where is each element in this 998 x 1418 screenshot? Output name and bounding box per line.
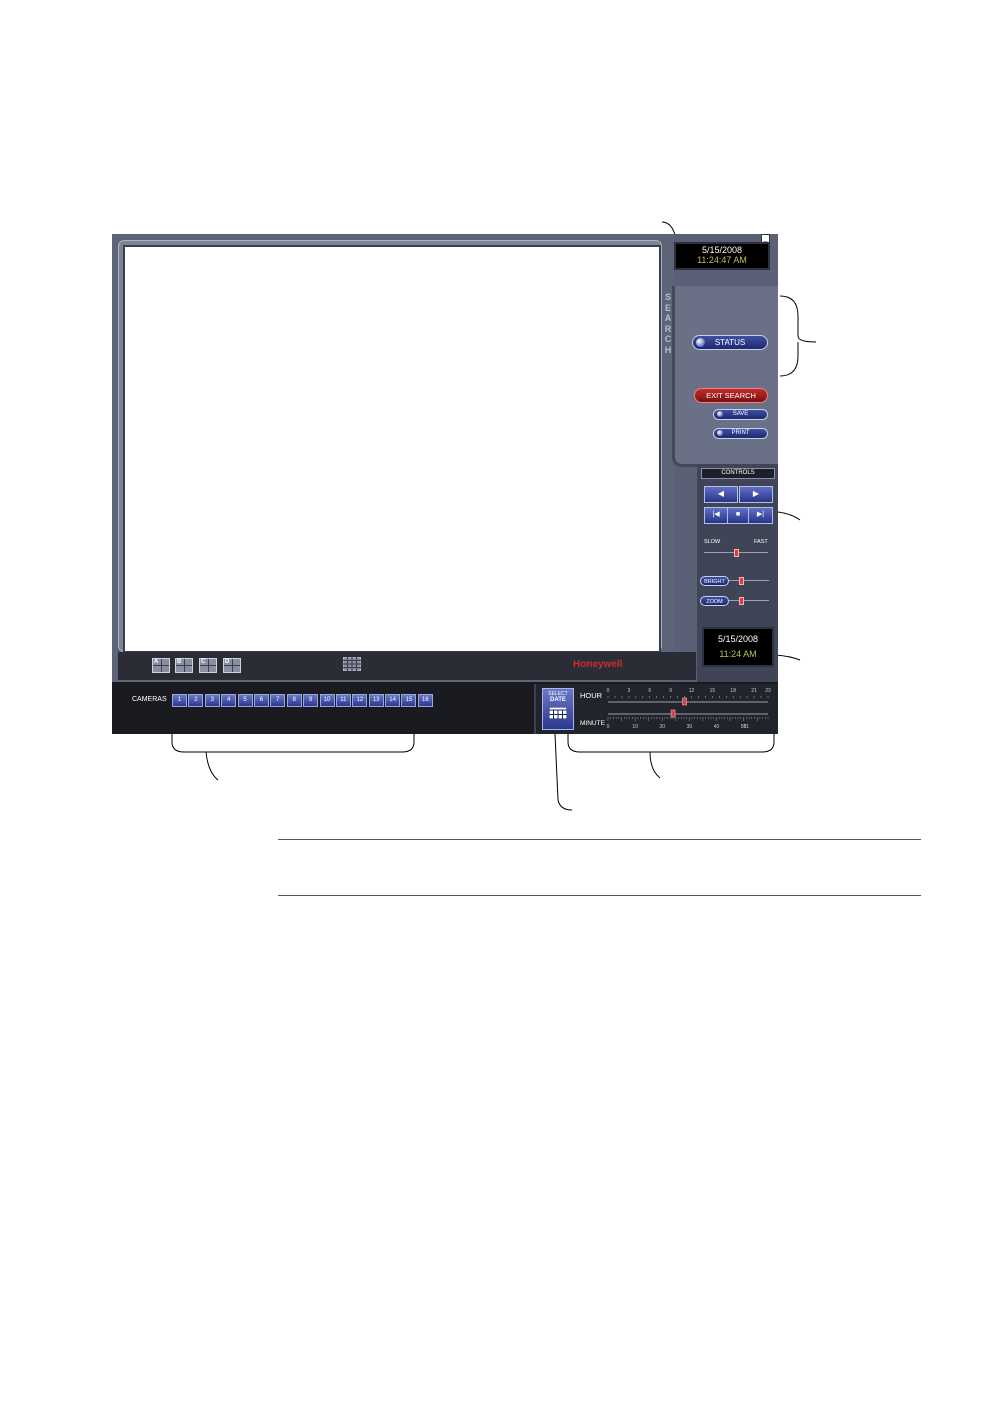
controls-header: CONTROLS — [701, 468, 775, 479]
hour-tick-label: 15 — [710, 688, 716, 694]
camera-5-button[interactable]: 5 — [237, 694, 253, 707]
save-button[interactable]: SAVE — [713, 409, 768, 420]
zoom-slider-track — [729, 600, 769, 601]
minute-tick-label: 10 — [632, 724, 638, 730]
hour-tick-label: 12 — [689, 688, 695, 694]
search-letter: R — [664, 323, 672, 334]
camera-13-button[interactable]: 13 — [368, 694, 384, 707]
camera-12-button[interactable]: 12 — [352, 694, 368, 707]
minute-tick-label: 30 — [687, 724, 693, 730]
search-letter: C — [664, 334, 672, 344]
camera-7-button[interactable]: 7 — [270, 694, 286, 707]
timeline-scales: 0 3 6 9 12 15 18 21 230 10 20 30 40 5051 — [607, 688, 771, 730]
hour-tick-label: 6 — [648, 688, 651, 694]
rewind-button[interactable]: ◀ — [704, 486, 738, 503]
orb-icon — [717, 411, 723, 417]
minute-tick-label: 51 — [744, 724, 750, 730]
search-panel — [672, 286, 778, 467]
status-button-label: STATUS — [714, 338, 746, 347]
search-letter: A — [664, 313, 672, 323]
grid-divider — [176, 665, 192, 666]
search-letter: H — [664, 344, 672, 355]
layout-c-button[interactable]: C — [199, 658, 217, 673]
speed-slider-handle[interactable] — [734, 549, 739, 557]
orb-icon — [696, 338, 705, 347]
camera-16-button[interactable]: 16 — [417, 694, 433, 707]
hour-tick-label: 0 — [607, 688, 610, 694]
layout-d-button[interactable]: D — [223, 658, 241, 673]
print-button[interactable]: PRINT — [713, 428, 768, 439]
top-clock-date: 5/15/2008 — [701, 245, 743, 255]
rule-bottom — [278, 895, 921, 896]
camera-9-button[interactable]: 9 — [303, 694, 319, 707]
save-label: SAVE — [732, 411, 749, 417]
dvr-search-window: _x 5/15/2008 11:24:47 AM S E A R C H STA… — [112, 234, 778, 734]
orb-icon — [717, 430, 723, 436]
hour-tick-label: 23 — [765, 688, 771, 694]
slow-label: SLOW — [704, 539, 721, 545]
layout-a-button[interactable]: A — [152, 658, 170, 673]
zoom-button[interactable]: ZOOM — [700, 596, 729, 606]
camera-10-button[interactable]: 10 — [319, 694, 335, 707]
zoom-slider-handle[interactable] — [739, 597, 744, 605]
camera-14-button[interactable]: 14 — [385, 694, 401, 707]
grid-divider — [153, 665, 169, 666]
fast-label: FAST — [754, 539, 768, 545]
top-clock-time: 11:24:47 AM — [697, 255, 747, 265]
hour-slider-handle — [682, 697, 687, 706]
skip-forward-button[interactable]: ▶| — [748, 507, 773, 524]
camera-11-button[interactable]: 11 — [335, 694, 351, 707]
search-letter: E — [664, 302, 671, 313]
honeywell-logo: Honeywell — [573, 659, 623, 670]
zoom-label: ZOOM — [706, 599, 723, 605]
timeline-panel: SELECT DATE HOUR MINUTE 0 3 6 9 12 15 18 21 23 0 1… — [534, 684, 778, 734]
bright-slider-handle[interactable] — [739, 577, 744, 585]
grid-divider — [224, 665, 240, 666]
top-clock: 5/15/2008 11:24:47 AM — [674, 242, 770, 270]
minute-tick-label: 40 — [714, 724, 720, 730]
hour-tick-label: 3 — [627, 688, 630, 694]
camera-4-button[interactable]: 4 — [221, 694, 237, 707]
play-button[interactable]: ▶ — [739, 486, 773, 503]
search-letter: S — [664, 292, 671, 302]
camera-1-button[interactable]: 1 — [172, 694, 187, 707]
rule-top — [278, 839, 921, 840]
camera-2-button[interactable]: 2 — [188, 694, 204, 707]
playback-clock: 5/15/2008 11:24 AM — [702, 627, 774, 667]
grid-divider — [200, 665, 216, 666]
camera-6-button[interactable]: 6 — [253, 694, 269, 707]
playback-clock-date: 5/15/2008 — [717, 634, 759, 644]
minute-tick-label: 20 — [659, 724, 665, 730]
bright-button[interactable]: BRIGHT — [700, 576, 729, 586]
camera-8-button[interactable]: 8 — [286, 694, 302, 707]
hour-tick-label: 9 — [669, 688, 672, 694]
camera-15-button[interactable]: 15 — [401, 694, 417, 707]
exit-search-label: EXIT SEARCH — [706, 391, 756, 400]
skip-back-button[interactable]: |◀ — [704, 507, 728, 524]
status-button[interactable]: STATUS — [692, 335, 768, 350]
layout-b-button[interactable]: B — [175, 658, 193, 673]
minute-slider-handle — [670, 709, 676, 718]
bright-label: BRIGHT — [704, 579, 725, 585]
cameras-label: CAMERAS — [132, 696, 167, 703]
layout-bar: A B C D Honeywell — [118, 652, 696, 680]
hour-tick-label: 21 — [751, 688, 757, 694]
bright-slider-track — [729, 580, 769, 581]
controls-panel: CONTROLS ◀ ▶ |◀ ■ ▶| SLOW FAST BRIGHT ZO… — [697, 464, 778, 682]
exit-search-button[interactable]: EXIT SEARCH — [694, 388, 768, 403]
print-label: PRINT — [731, 430, 750, 436]
video-display[interactable] — [123, 245, 661, 653]
search-tab: S E A R C H — [662, 292, 674, 355]
camera-3-button[interactable]: 3 — [204, 694, 220, 707]
minute-tick-label: 0 — [607, 724, 610, 730]
stop-button[interactable]: ■ — [727, 507, 749, 524]
playback-clock-time: 11:24 AM — [719, 649, 757, 659]
grid-16-icon[interactable] — [343, 657, 361, 671]
camera-buttons: 1 2 3 4 5 6 7 8 9 10 11 12 13 14 15 16 — [172, 694, 433, 707]
hour-tick-label: 18 — [730, 688, 736, 694]
